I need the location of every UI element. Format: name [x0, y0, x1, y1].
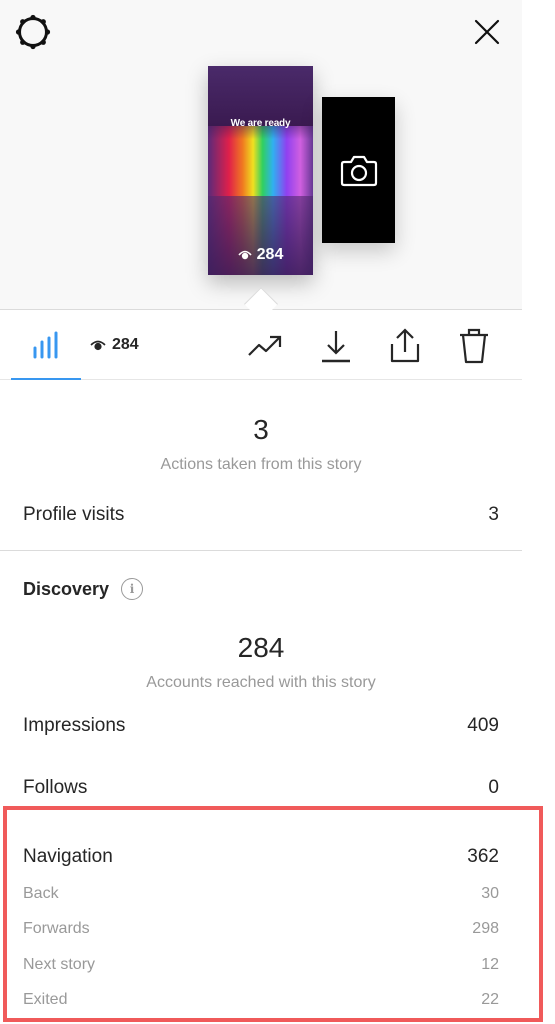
discovery-caption: Accounts reached with this story: [146, 674, 376, 691]
story-view-count: 284: [208, 246, 313, 264]
discovery-section-title: Discovery i: [23, 578, 144, 600]
trash-icon: [460, 328, 488, 364]
metric-label: Profile visits: [23, 504, 125, 525]
interactions-total: 3: [253, 414, 269, 445]
close-button[interactable]: [468, 13, 506, 51]
tab-viewers[interactable]: 284: [90, 310, 139, 380]
save-button[interactable]: [316, 326, 356, 366]
metric-value: 0: [488, 777, 499, 798]
story-toolbar: 284: [0, 310, 522, 380]
story-caption: We are ready: [230, 118, 291, 129]
interactions-caption: Actions taken from this story: [160, 456, 362, 473]
story-preview-area: We are ready 284: [0, 0, 522, 321]
metric-value: 409: [467, 715, 499, 736]
delete-button[interactable]: [454, 326, 494, 366]
share-button[interactable]: [385, 326, 425, 366]
metric-label: Impressions: [23, 715, 126, 736]
story-thumbnail[interactable]: We are ready 284: [208, 66, 313, 275]
promote-button[interactable]: [245, 326, 285, 366]
bar-chart-icon: [33, 331, 58, 359]
discovery-title: Discovery: [23, 578, 110, 599]
camera-icon: [340, 155, 377, 187]
story-views-value: 284: [256, 246, 284, 263]
share-icon: [390, 328, 420, 363]
download-icon: [322, 331, 350, 363]
metric-label: Follows: [23, 777, 88, 798]
section-divider: [0, 550, 522, 551]
eye-icon: [238, 250, 252, 260]
viewers-count: 284: [112, 336, 139, 353]
trending-up-icon: [248, 335, 282, 356]
metric-row-profile-visits: Profile visits 3: [23, 504, 499, 526]
eye-icon: [90, 340, 106, 350]
navigation-highlight-box: [3, 806, 543, 1022]
info-icon[interactable]: i: [121, 578, 144, 600]
close-icon: [474, 19, 500, 45]
settings-button[interactable]: [14, 13, 52, 51]
metric-value: 3: [488, 504, 499, 525]
next-story-thumbnail[interactable]: [322, 97, 395, 243]
gear-icon: [15, 14, 51, 50]
active-tab-indicator: [11, 378, 81, 380]
metric-row-follows: Follows 0: [23, 777, 499, 799]
story-image-ceiling: [208, 66, 313, 126]
metric-row-impressions: Impressions 409: [23, 715, 499, 737]
discovery-total: 284: [237, 632, 285, 663]
tab-insights[interactable]: [11, 310, 81, 380]
